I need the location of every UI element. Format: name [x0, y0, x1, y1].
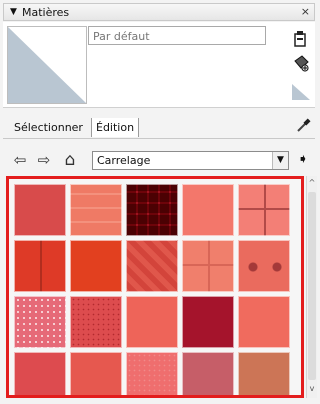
material-tile[interactable]	[14, 240, 66, 292]
material-tile[interactable]	[238, 240, 290, 292]
material-grid	[6, 176, 304, 398]
preview-thumbnail-icon	[292, 82, 310, 100]
tab-edit[interactable]: Édition	[91, 118, 140, 137]
chevron-down-icon[interactable]: ▼	[272, 152, 288, 169]
material-tile[interactable]	[238, 352, 290, 395]
forward-icon[interactable]: ⇨	[35, 151, 53, 169]
material-tile[interactable]	[126, 296, 178, 348]
material-tile[interactable]	[126, 352, 178, 395]
material-swatch	[7, 26, 87, 104]
material-tile[interactable]	[238, 296, 290, 348]
material-tile[interactable]	[70, 352, 122, 395]
material-name-field[interactable]: Par défaut	[88, 26, 266, 45]
home-icon[interactable]: ⌂	[61, 151, 79, 169]
material-tile[interactable]	[14, 352, 66, 395]
material-tile[interactable]	[14, 184, 66, 236]
scrollbar-thumb[interactable]	[308, 192, 316, 380]
material-tile[interactable]	[70, 184, 122, 236]
material-tile[interactable]	[70, 296, 122, 348]
scroll-up-icon[interactable]: ^	[307, 178, 317, 190]
preview-side-icons	[290, 22, 312, 107]
material-tile[interactable]	[70, 240, 122, 292]
back-icon[interactable]: ⇦	[11, 151, 29, 169]
scroll-down-icon[interactable]: v	[307, 384, 317, 396]
panel-title: Matières	[22, 6, 70, 19]
details-arrow-icon[interactable]: ➧	[295, 151, 311, 169]
collection-toolbar: ⇦ ⇨ ⌂ Carrelage ▼ ➧	[3, 148, 315, 172]
panel-tabs: Sélectionner Édition	[3, 116, 315, 139]
tab-select[interactable]: Sélectionner	[10, 118, 87, 137]
sample-paint-icon[interactable]	[295, 118, 311, 134]
material-tile[interactable]	[182, 352, 234, 395]
material-tile[interactable]	[182, 296, 234, 348]
material-tile[interactable]	[126, 240, 178, 292]
material-tile[interactable]	[182, 240, 234, 292]
collection-select-value: Carrelage	[97, 154, 151, 167]
grid-scrollbar[interactable]: ^ v	[306, 176, 317, 398]
material-tile[interactable]	[182, 184, 234, 236]
material-tile[interactable]	[14, 296, 66, 348]
create-material-icon[interactable]	[292, 30, 310, 48]
close-icon[interactable]: ×	[301, 5, 310, 18]
panel-title-bar[interactable]: ▼ Matières ×	[3, 3, 315, 21]
collection-select[interactable]: Carrelage ▼	[92, 151, 289, 170]
material-preview-area: Par défaut	[3, 22, 315, 108]
paint-bucket-icon[interactable]	[292, 54, 310, 72]
collapse-arrow-icon[interactable]: ▼	[10, 7, 17, 17]
material-tile[interactable]	[238, 184, 290, 236]
material-tile[interactable]	[126, 184, 178, 236]
